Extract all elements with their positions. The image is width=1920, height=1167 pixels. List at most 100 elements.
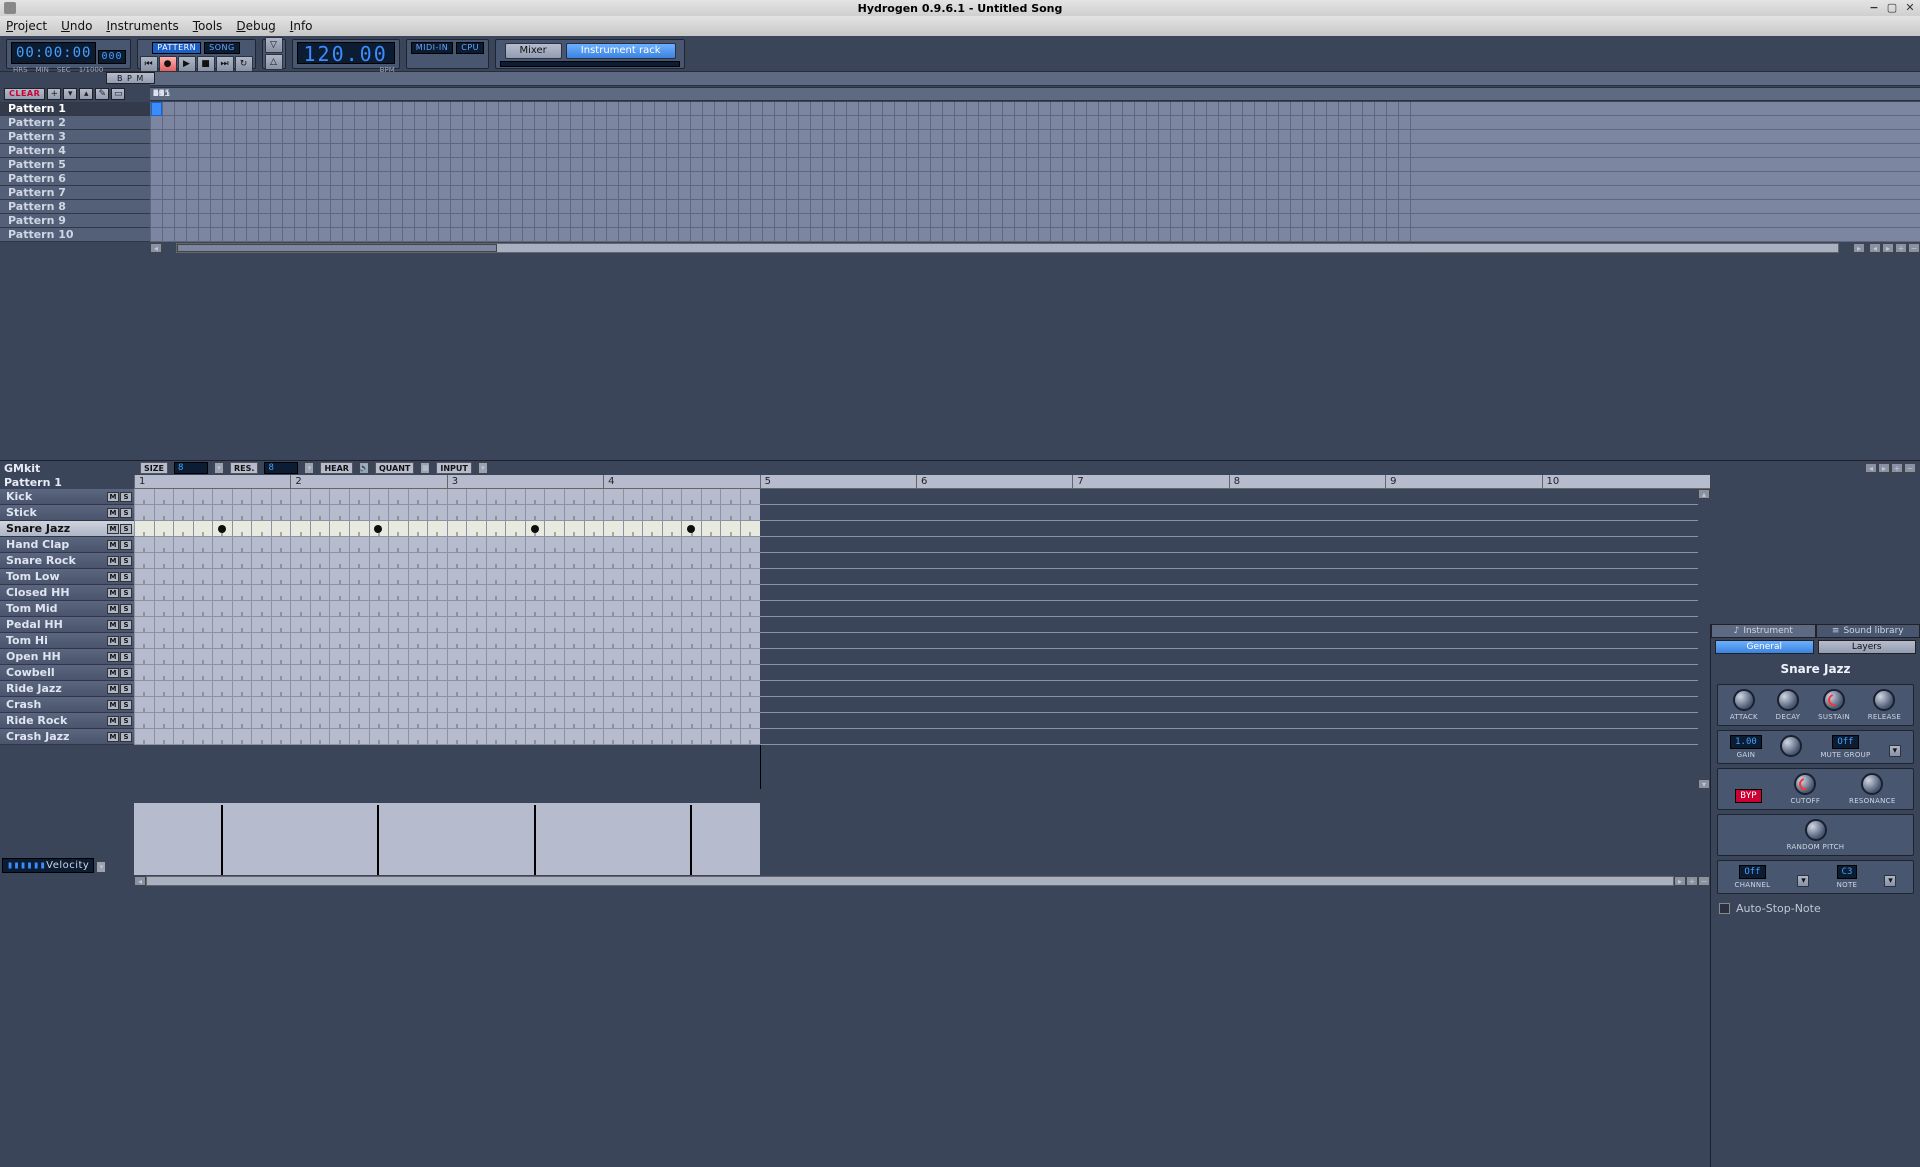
subtab-general[interactable]: General (1715, 640, 1814, 654)
quant-label[interactable]: QUANT (375, 462, 414, 474)
velocity-label[interactable]: ▮▮▮▮▮▮Velocity (2, 858, 94, 873)
mute-button[interactable]: M (107, 620, 119, 630)
pattern-hscroll[interactable]: ◂ ▸ + − (0, 875, 1710, 887)
record-button[interactable]: ● (159, 56, 177, 72)
quant-toggle[interactable]: ▦ (420, 462, 430, 474)
velocity-editor[interactable]: ▮▮▮▮▮▮Velocity ▾ (0, 789, 1710, 875)
mute-button[interactable]: M (107, 636, 119, 646)
pattern-grid-row[interactable] (134, 601, 1698, 617)
pattern-list-row[interactable]: Pattern 10 (0, 228, 150, 242)
velocity-bar[interactable] (377, 805, 379, 875)
instrument-row[interactable]: Tom HiMS (0, 633, 134, 649)
ped-zoom-in[interactable]: + (1891, 463, 1903, 473)
solo-button[interactable]: S (120, 588, 132, 598)
ped-nav-right[interactable]: ▸ (1878, 463, 1890, 473)
solo-button[interactable]: S (120, 524, 132, 534)
menu-undo[interactable]: Undo (61, 19, 92, 33)
new-pattern-button[interactable]: + (47, 88, 61, 100)
punch-out-button[interactable]: △ (265, 54, 283, 70)
menu-debug[interactable]: Debug (236, 19, 275, 33)
mute-button[interactable]: M (107, 492, 119, 502)
mode-pattern[interactable]: PATTERN (152, 42, 201, 54)
instrument-row[interactable]: Hand ClapMS (0, 537, 134, 553)
pattern-list-row[interactable]: Pattern 9 (0, 214, 150, 228)
pattern-list-row[interactable]: Pattern 7 (0, 186, 150, 200)
instrument-row[interactable]: Ride RockMS (0, 713, 134, 729)
mute-button[interactable]: M (107, 572, 119, 582)
solo-button[interactable]: S (120, 572, 132, 582)
pattern-grid-row[interactable] (134, 633, 1698, 649)
vscroll-up-icon[interactable]: ▴ (1698, 489, 1710, 499)
mode-song[interactable]: SONG (204, 42, 240, 54)
instrument-row[interactable]: Crash JazzMS (0, 729, 134, 745)
rewind-button[interactable]: ⏮ (140, 56, 158, 72)
mixer-button[interactable]: Mixer (505, 43, 562, 59)
song-ruler[interactable]: 1591317212529333741454953576165697377818… (150, 87, 1920, 101)
mute-button[interactable]: M (107, 604, 119, 614)
scroll-right-icon[interactable]: ▸ (1853, 243, 1865, 253)
pattern-grid-row[interactable] (134, 681, 1698, 697)
instrument-row[interactable]: Open HHMS (0, 649, 134, 665)
menu-project[interactable]: Project (6, 19, 47, 33)
solo-button[interactable]: S (120, 540, 132, 550)
gain-value[interactable]: 1.00 (1730, 735, 1762, 749)
ped-zoom-out[interactable]: − (1904, 463, 1916, 473)
pattern-grid-row[interactable] (134, 713, 1698, 729)
minimize-icon[interactable]: − (1868, 1, 1880, 13)
mute-button[interactable]: M (107, 540, 119, 550)
attack-knob[interactable] (1733, 689, 1755, 711)
instrument-row[interactable]: Tom MidMS (0, 601, 134, 617)
hear-label[interactable]: HEAR (320, 462, 353, 474)
bpm-display[interactable]: 120.00 (297, 42, 395, 64)
note-value[interactable]: C3 (1837, 865, 1858, 879)
pattern-grid-row[interactable] (134, 489, 1698, 505)
solo-button[interactable]: S (120, 700, 132, 710)
instrument-row[interactable]: Snare JazzMS (0, 521, 134, 537)
velocity-bar[interactable] (534, 805, 536, 875)
pattern-grid-row[interactable] (134, 569, 1698, 585)
menu-info[interactable]: Info (290, 19, 313, 33)
clear-button[interactable]: CLEAR (4, 88, 45, 100)
pattern-grid[interactable] (134, 489, 1698, 789)
solo-button[interactable]: S (120, 508, 132, 518)
solo-button[interactable]: S (120, 652, 132, 662)
mute-button[interactable]: M (107, 732, 119, 742)
mute-button[interactable]: M (107, 588, 119, 598)
cutoff-knob[interactable] (1794, 773, 1816, 795)
move-down-button[interactable]: ▾ (63, 88, 77, 100)
bpm-chip[interactable]: B P M (106, 72, 155, 84)
mute-button[interactable]: M (107, 524, 119, 534)
pattern-grid-row[interactable] (134, 617, 1698, 633)
instrument-row[interactable]: Tom LowMS (0, 569, 134, 585)
punch-in-button[interactable]: ▽ (265, 37, 283, 53)
velocity-bar[interactable] (690, 805, 692, 875)
velocity-menu[interactable]: ▾ (96, 861, 106, 873)
stop-button[interactable]: ■ (197, 56, 215, 72)
auto-stop-checkbox[interactable] (1719, 903, 1730, 914)
size-spinner[interactable]: ▾ (214, 462, 224, 474)
song-scrollbar[interactable]: ◂ ▸ ◂ ▸ + − (0, 242, 1920, 254)
pattern-grid-row[interactable] (134, 505, 1698, 521)
close-icon[interactable]: ✕ (1904, 1, 1916, 13)
pattern-list-row[interactable]: Pattern 3 (0, 130, 150, 144)
ped-zoom-out2[interactable]: − (1698, 876, 1710, 886)
pattern-grid-row[interactable] (134, 553, 1698, 569)
note[interactable] (374, 525, 382, 533)
pattern-list-row[interactable]: Pattern 1 (0, 102, 150, 116)
instrument-row[interactable]: Closed HHMS (0, 585, 134, 601)
mute-button[interactable]: M (107, 652, 119, 662)
solo-button[interactable]: S (120, 604, 132, 614)
note[interactable] (687, 525, 695, 533)
ped-zoom-in2[interactable]: + (1686, 876, 1698, 886)
instrument-row[interactable]: Ride JazzMS (0, 681, 134, 697)
ped-nav-left[interactable]: ◂ (1865, 463, 1877, 473)
random-pitch-knob[interactable] (1805, 819, 1827, 841)
draw-mode-button[interactable]: ✎ (95, 88, 109, 100)
channel-spinner[interactable]: ▾ (1797, 875, 1809, 887)
res-value[interactable]: 8 (264, 462, 298, 474)
pattern-grid-row[interactable] (134, 585, 1698, 601)
pattern-grid-row[interactable] (134, 521, 1698, 537)
pattern-list-row[interactable]: Pattern 2 (0, 116, 150, 130)
size-value[interactable]: 8 (174, 462, 208, 474)
decay-knob[interactable] (1777, 689, 1799, 711)
